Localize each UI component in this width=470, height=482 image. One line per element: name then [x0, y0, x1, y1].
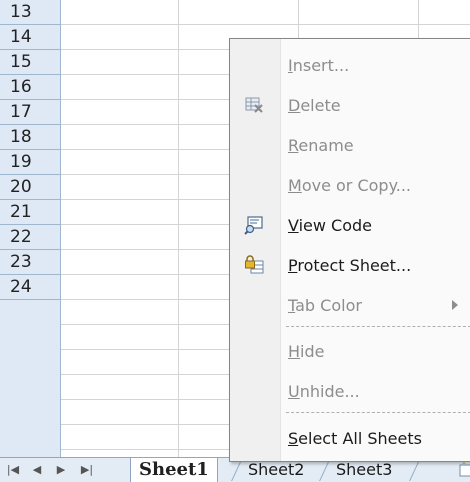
insert-worksheet-icon[interactable] — [458, 462, 470, 478]
menu-item-unhide[interactable]: Unhide... — [230, 371, 470, 411]
row-gridline — [61, 24, 470, 25]
row-header-23[interactable]: 23 — [0, 250, 60, 275]
tab-divider — [409, 460, 420, 481]
view-code-icon — [244, 216, 263, 235]
delete-sheet-icon — [245, 97, 263, 113]
tab-sheet1[interactable]: Sheet1 — [130, 458, 218, 482]
menu-item-view-code[interactable]: View Code — [230, 205, 470, 245]
menu-separator — [286, 412, 470, 413]
row-header-17[interactable]: 17 — [0, 100, 60, 125]
menu-item-label: View Code — [288, 216, 373, 235]
prev-sheet-nav-icon[interactable]: ◀ — [30, 462, 44, 478]
row-header-14[interactable]: 14 — [0, 25, 60, 50]
menu-item-label: Select All Sheets — [288, 429, 422, 448]
protect-sheet-icon — [245, 255, 264, 274]
row-header-22[interactable]: 22 — [0, 225, 60, 250]
row-headers: 13 14 15 16 17 18 19 20 21 22 23 24 — [0, 0, 61, 457]
first-sheet-nav-icon[interactable]: |◀ — [6, 462, 20, 478]
menu-item-label: Move or Copy... — [288, 176, 412, 195]
menu-item-label: Tab Color — [288, 296, 362, 315]
row-header-16[interactable]: 16 — [0, 75, 60, 100]
menu-item-label: Hide — [288, 342, 325, 361]
menu-item-label: Rename — [288, 136, 354, 155]
column-gridline — [178, 0, 179, 457]
menu-item-label: Protect Sheet... — [288, 256, 412, 275]
menu-item-label: Delete — [288, 96, 341, 115]
row-header-19[interactable]: 19 — [0, 150, 60, 175]
sheet-tab-context-menu: Insert... Delete Rename Move or Copy... — [229, 38, 470, 462]
menu-item-select-all-sheets[interactable]: Select All Sheets — [230, 418, 470, 458]
last-sheet-nav-icon[interactable]: ▶| — [80, 462, 94, 478]
row-header-15[interactable]: 15 — [0, 50, 60, 75]
menu-item-rename[interactable]: Rename — [230, 125, 470, 165]
menu-item-label: Insert... — [288, 56, 350, 75]
menu-item-delete[interactable]: Delete — [230, 85, 470, 125]
menu-item-protect-sheet[interactable]: Protect Sheet... — [230, 245, 470, 285]
row-header-20[interactable]: 20 — [0, 175, 60, 200]
row-header-18[interactable]: 18 — [0, 125, 60, 150]
row-header-13[interactable]: 13 — [0, 0, 60, 25]
menu-item-move-or-copy[interactable]: Move or Copy... — [230, 165, 470, 205]
next-sheet-nav-icon[interactable]: ▶ — [54, 462, 68, 478]
row-header-21[interactable]: 21 — [0, 200, 60, 225]
spreadsheet-window: 13 14 15 16 17 18 19 20 21 22 23 24 |◀ ◀… — [0, 0, 470, 482]
menu-item-label: Unhide... — [288, 382, 360, 401]
menu-item-tab-color[interactable]: Tab Color — [230, 285, 470, 325]
menu-separator — [286, 326, 470, 327]
submenu-arrow-icon — [452, 300, 458, 310]
row-header-24[interactable]: 24 — [0, 275, 60, 300]
menu-item-hide[interactable]: Hide — [230, 331, 470, 371]
menu-item-insert[interactable]: Insert... — [230, 45, 470, 85]
